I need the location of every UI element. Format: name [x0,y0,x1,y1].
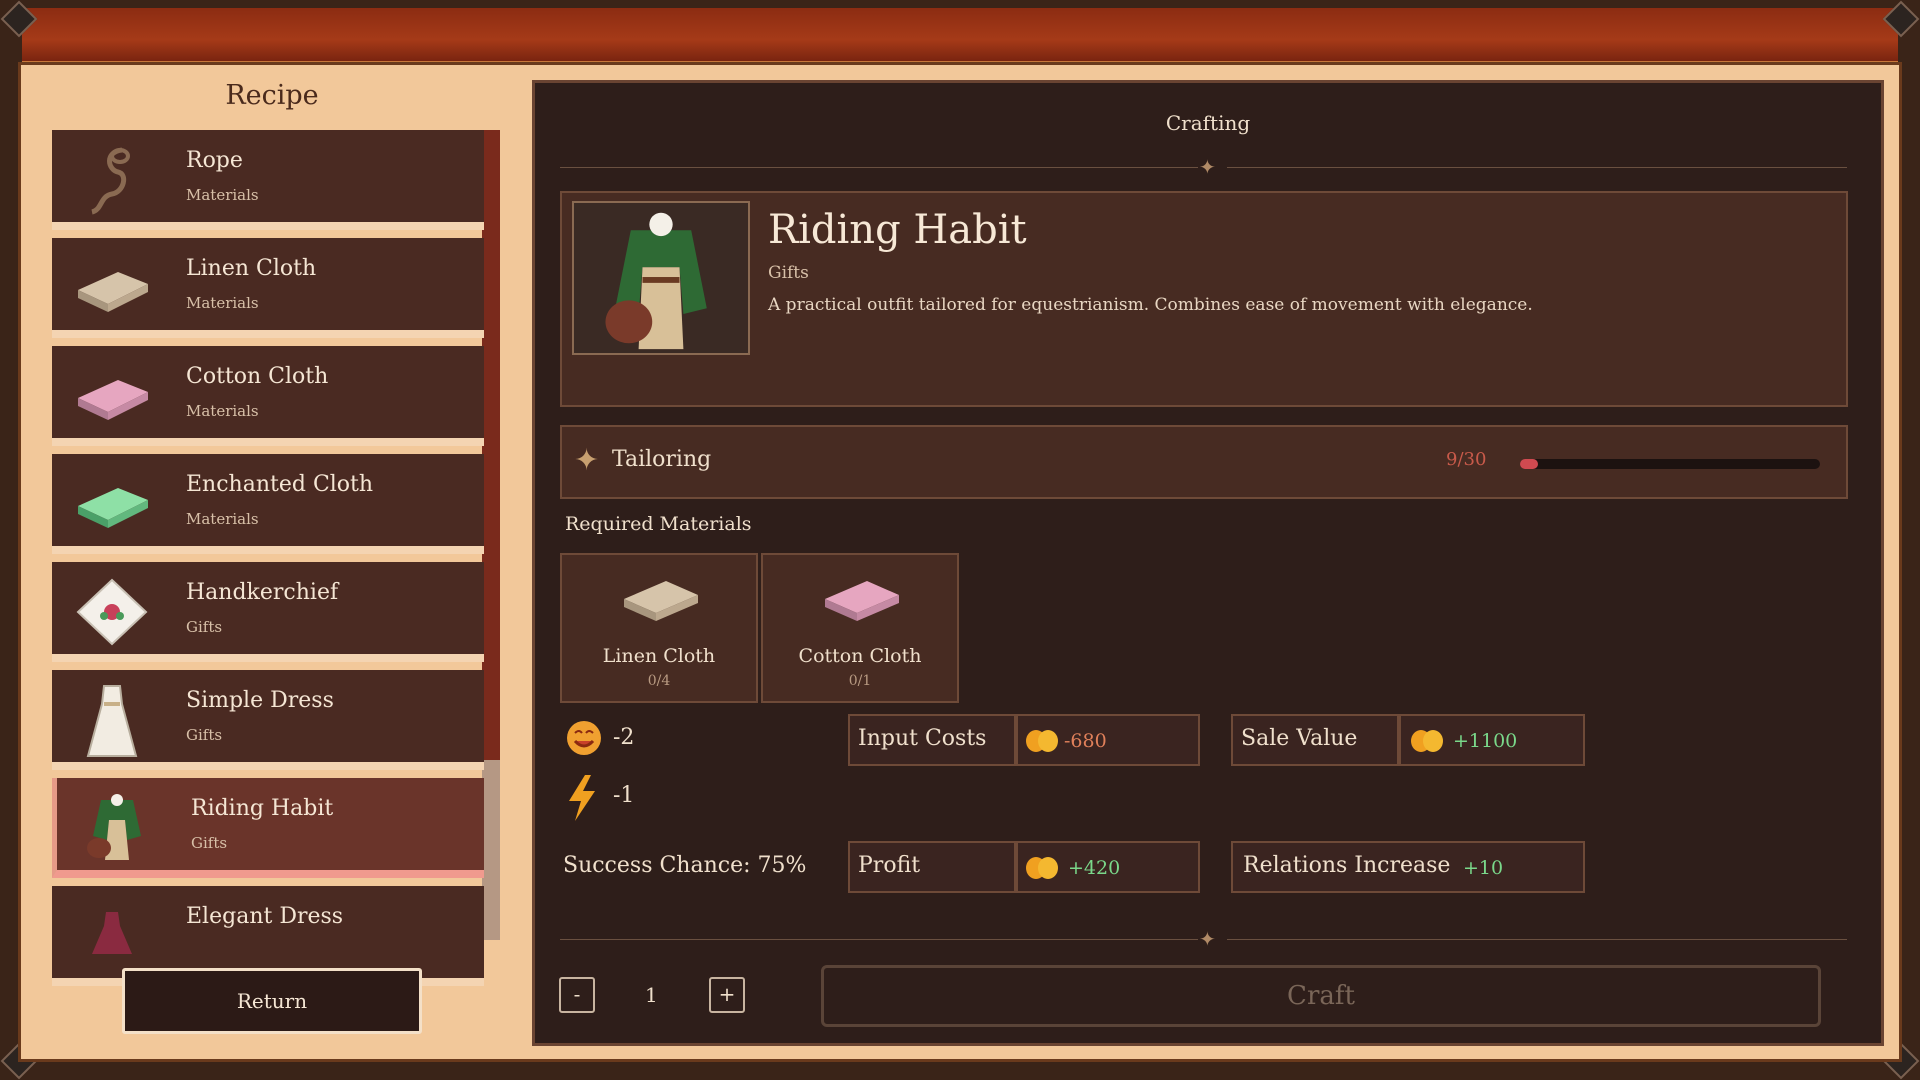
recipe-item-enchanted-cloth[interactable]: Enchanted Cloth Materials [52,454,484,554]
star-icon: ✦ [574,443,600,478]
recipe-item-category: Materials [186,510,259,528]
relations-value: +10 [1463,857,1504,879]
recipe-item-name: Handkerchief [186,580,339,605]
relations-box: Relations Increase +10 [1231,841,1585,893]
profit-value: +420 [1068,857,1121,879]
window-frame: Recipe Rope Materials Linen Cloth Materi… [0,0,1920,1080]
sale-value-value-box: +1100 [1399,714,1585,766]
divider [1227,939,1847,940]
cotton-cloth-icon [78,380,148,420]
star-ornament-icon: ✦ [1199,927,1216,951]
recipe-item-riding-habit[interactable]: Riding Habit Gifts [52,778,484,878]
recipe-title: Recipe [225,80,319,111]
recipe-item-name: Enchanted Cloth [186,472,374,497]
recipe-item-name: Elegant Dress [186,904,344,929]
material-cotton-cloth[interactable]: Cotton Cloth 0/1 [761,553,959,703]
item-card: Riding Habit Gifts A practical outfit ta… [560,191,1848,407]
required-materials-label: Required Materials [565,513,752,535]
relations-label: Relations Increase [1243,853,1451,878]
recipe-item-name: Rope [186,148,243,173]
success-chance: Success Chance: 75% [563,853,807,878]
recipe-list: Rope Materials Linen Cloth Materials Cot… [52,130,502,1020]
material-count: 0/1 [848,673,872,689]
sale-value-value: +1100 [1453,730,1518,752]
divider [560,939,1198,940]
top-banner [22,8,1898,64]
recipe-item-category: Gifts [186,618,223,636]
item-title: Riding Habit [768,207,1027,253]
material-name: Linen Cloth [602,645,716,667]
sale-value-label-box: Sale Value [1231,714,1399,766]
item-category: Gifts [768,263,809,283]
quantity-value: 1 [645,983,658,1007]
riding-habit-icon [87,794,141,860]
energy-change: -1 [613,783,635,808]
linen-cloth-icon [624,581,698,621]
crafting-title: Crafting [1165,111,1251,135]
sale-value-label: Sale Value [1241,726,1358,751]
crafting-panel: Crafting ✦ Riding Habit Gifts A practica… [532,80,1884,1046]
mood-face-icon [567,721,601,755]
enchanted-cloth-icon [78,488,148,528]
recipe-item-linen-cloth[interactable]: Linen Cloth Materials [52,238,484,338]
item-portrait [572,201,750,355]
recipe-item-rope[interactable]: Rope Materials [52,130,484,230]
handkerchief-icon [76,578,148,646]
input-costs-value: -680 [1064,730,1107,752]
recipe-item-handkerchief[interactable]: Handkerchief Gifts [52,562,484,662]
item-description: A practical outfit tailored for equestri… [768,295,1533,315]
skill-progress-text: 9/30 [1446,449,1487,470]
riding-habit-icon [605,212,707,350]
profit-value-box: +420 [1016,841,1200,893]
cotton-cloth-icon [825,581,899,621]
recipe-item-name: Cotton Cloth [186,364,329,389]
recipe-item-simple-dress[interactable]: Simple Dress Gifts [52,670,484,770]
energy-icon [569,775,595,821]
simple-dress-icon [86,685,138,757]
recipe-item-cotton-cloth[interactable]: Cotton Cloth Materials [52,346,484,446]
coin-icon [1411,730,1443,752]
coin-icon [1026,857,1058,879]
material-linen-cloth[interactable]: Linen Cloth 0/4 [560,553,758,703]
material-count: 0/4 [647,673,671,689]
skill-name: Tailoring [612,447,712,472]
skill-progress-bar [1520,459,1820,469]
material-name: Cotton Cloth [798,645,922,667]
input-costs-label: Input Costs [858,726,987,751]
quantity-minus-button[interactable]: - [559,977,595,1013]
quantity-plus-button[interactable]: + [709,977,745,1013]
rope-icon [91,147,130,215]
divider [560,167,1198,168]
recipe-item-category: Materials [186,294,259,312]
skill-progress-fill [1520,459,1538,469]
input-costs-value-box: -680 [1016,714,1200,766]
skill-row: ✦ Tailoring 9/30 [560,425,1848,499]
recipe-item-category: Gifts [191,834,228,852]
craft-button[interactable]: Craft [821,965,1821,1027]
profit-label-box: Profit [848,841,1016,893]
input-costs-label-box: Input Costs [848,714,1016,766]
recipe-item-category: Gifts [186,726,223,744]
elegant-dress-icon [92,912,132,954]
recipe-item-name: Riding Habit [191,796,334,821]
star-ornament-icon: ✦ [1199,155,1216,179]
recipe-item-name: Linen Cloth [186,256,317,281]
recipe-item-category: Materials [186,402,259,420]
return-button[interactable]: Return [122,968,422,1034]
profit-label: Profit [858,853,921,878]
divider [1227,167,1847,168]
recipe-panel: Recipe Rope Materials Linen Cloth Materi… [52,80,502,1070]
linen-cloth-icon [78,272,148,312]
coin-icon [1026,730,1058,752]
recipe-item-category: Materials [186,186,259,204]
recipe-item-name: Simple Dress [186,688,334,713]
mood-change: -2 [613,725,635,750]
